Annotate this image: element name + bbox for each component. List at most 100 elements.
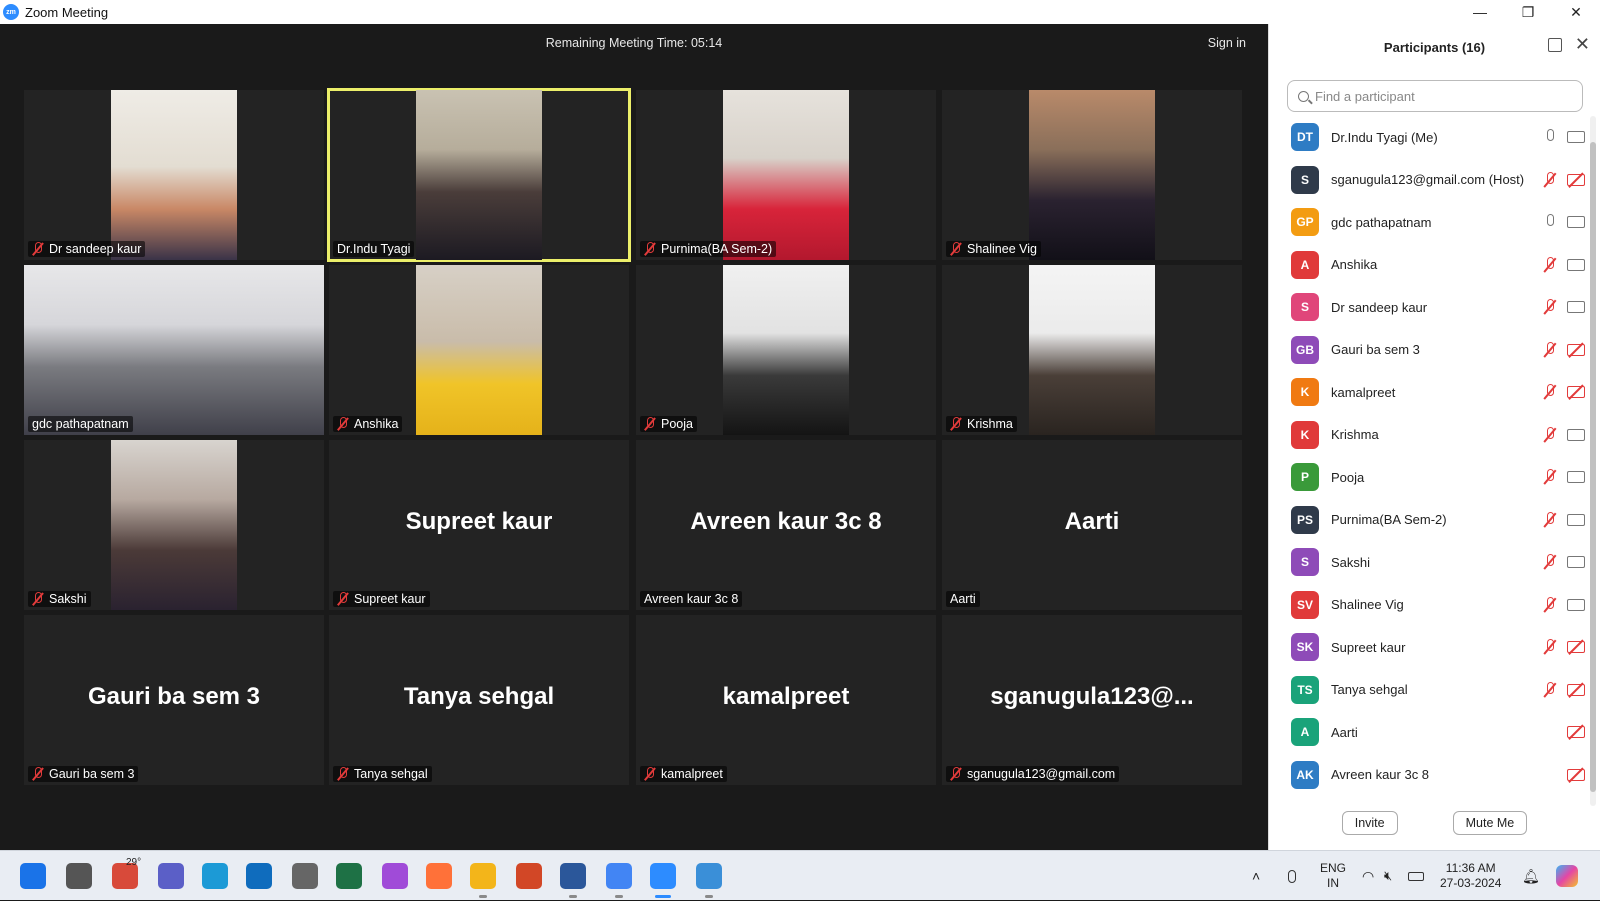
popout-icon[interactable] (1548, 38, 1562, 52)
mute-me-button[interactable]: Mute Me (1452, 811, 1528, 835)
powerpoint-icon[interactable] (516, 863, 542, 889)
mic-muted-icon (1543, 681, 1557, 698)
system-clock[interactable]: 11:36 AM 27-03-2024 (1440, 851, 1501, 901)
participant-status-icons (1543, 554, 1585, 570)
language-indicator[interactable]: ENG IN (1320, 851, 1346, 901)
excel-icon[interactable] (336, 863, 362, 889)
restore-button[interactable]: ❐ (1504, 0, 1552, 24)
invite-button[interactable]: Invite (1341, 811, 1398, 835)
tile-name-text: kamalpreet (661, 767, 723, 781)
tile-name-label: Dr sandeep kaur (28, 241, 146, 257)
video-tile[interactable]: Tanya sehgal Tanya sehgal (329, 615, 629, 785)
close-panel-icon[interactable]: ✕ (1575, 34, 1590, 55)
participant-row[interactable]: Ssganugula123@gmail.com (Host) (1269, 159, 1589, 202)
video-tile[interactable]: Pooja (636, 265, 936, 435)
avatar: AK (1291, 760, 1319, 789)
minimize-button[interactable]: — (1456, 0, 1504, 24)
file-explorer-icon[interactable] (470, 863, 496, 889)
participant-row[interactable]: TS Tanya sehgal (1269, 669, 1589, 712)
mic-muted-icon (644, 242, 656, 256)
video-tile[interactable]: Supreet kaur Supreet kaur (329, 440, 629, 610)
participant-search-input[interactable] (1315, 88, 1565, 104)
word-icon[interactable] (560, 863, 586, 889)
task-view-icon[interactable] (66, 863, 92, 889)
tile-display-name: Gauri ba sem 3 (87, 683, 261, 710)
microphone-tray-icon[interactable] (1288, 851, 1296, 901)
participant-row[interactable]: K Krishma (1269, 414, 1589, 457)
camera-icon (1567, 428, 1585, 441)
firefox-icon[interactable] (426, 863, 452, 889)
participant-search[interactable] (1287, 80, 1583, 112)
camera-icon[interactable] (292, 863, 318, 889)
participant-row[interactable]: A Aarti (1269, 711, 1589, 754)
video-tile[interactable]: Sakshi (24, 440, 324, 610)
teams-icon[interactable] (158, 863, 184, 889)
messenger-icon[interactable] (382, 863, 408, 889)
participant-scrollbar-thumb[interactable] (1590, 142, 1596, 792)
participant-status-icons (1567, 768, 1585, 781)
video-tile[interactable]: gdc pathapatnam (24, 265, 324, 435)
running-indicator (655, 895, 671, 898)
participant-row[interactable]: Kkamalpreet (1269, 371, 1589, 414)
participant-status-icons (1543, 129, 1585, 145)
participant-status-icons (1543, 171, 1585, 188)
edge-icon[interactable] (202, 863, 228, 889)
participant-row[interactable]: DT Dr.Indu Tyagi (Me) (1269, 116, 1589, 159)
video-tile[interactable]: sganugula123@... sganugula123@gmail.com (942, 615, 1242, 785)
meeting-gallery: Remaining Meeting Time: 05:14 Sign in Dr… (0, 24, 1268, 850)
participant-name: Purnima(BA Sem-2) (1331, 512, 1447, 528)
video-tile[interactable]: Aarti Aarti (942, 440, 1242, 610)
tray-overflow-icon[interactable]: ˄ (1252, 851, 1260, 901)
participant-row[interactable]: GP gdc pathapatnam (1269, 201, 1589, 244)
avatar: K (1291, 420, 1319, 449)
video-tile[interactable]: Dr.Indu Tyagi (327, 88, 631, 262)
battery-icon[interactable] (1408, 851, 1424, 901)
participant-name: Dr.Indu Tyagi (Me) (1331, 129, 1438, 145)
participant-row[interactable]: S Dr sandeep kaur (1269, 286, 1589, 329)
camera-icon (1567, 258, 1585, 271)
participant-row[interactable]: S Sakshi (1269, 541, 1589, 584)
close-button[interactable]: ✕ (1552, 0, 1600, 24)
photos-icon[interactable] (696, 863, 722, 889)
participant-row[interactable]: A Anshika (1269, 244, 1589, 287)
mic-muted-icon (337, 592, 349, 606)
camera-off-icon (1567, 173, 1585, 186)
video-tile[interactable]: kamalpreet kamalpreet (636, 615, 936, 785)
volume-muted-icon[interactable]: 🔇︎ (1384, 851, 1392, 901)
participant-row[interactable]: PS Purnima(BA Sem-2) (1269, 499, 1589, 542)
wifi-icon[interactable]: ◠ (1362, 851, 1374, 901)
mic-muted-icon (644, 417, 656, 431)
participant-row[interactable]: SK Supreet kaur (1269, 626, 1589, 669)
video-tile[interactable]: Dr sandeep kaur (24, 90, 324, 260)
sign-in-link[interactable]: Sign in (1208, 36, 1246, 50)
panel-actions: Invite Mute Me (1269, 811, 1600, 835)
participant-row[interactable]: GB Gauri ba sem 3 (1269, 329, 1589, 372)
avatar: P (1291, 463, 1319, 492)
weather-temperature: 29° (126, 857, 142, 868)
avatar: S (1291, 548, 1319, 577)
mic-muted-icon (32, 767, 44, 781)
avatar: TS (1291, 675, 1319, 704)
video-tile[interactable]: Shalinee Vig (942, 90, 1242, 260)
participant-row[interactable]: P Pooja (1269, 456, 1589, 499)
video-tile[interactable]: Gauri ba sem 3 Gauri ba sem 3 (24, 615, 324, 785)
tile-display-name: sganugula123@... (990, 683, 1194, 710)
participant-row[interactable]: SV Shalinee Vig (1269, 584, 1589, 627)
video-tile[interactable]: Avreen kaur 3c 8 Avreen kaur 3c 8 (636, 440, 936, 610)
mail-icon[interactable] (246, 863, 272, 889)
chrome-icon[interactable] (606, 863, 632, 889)
weather-icon[interactable]: 29° (112, 857, 141, 889)
participant-row[interactable]: AK Avreen kaur 3c 8 (1269, 754, 1589, 797)
start-icon[interactable] (20, 863, 46, 889)
video-tile[interactable]: Anshika (329, 265, 629, 435)
notification-bell-icon[interactable]: 🔔︎ (1522, 851, 1540, 901)
tile-name-text: Dr sandeep kaur (49, 242, 142, 256)
copilot-icon[interactable] (1556, 851, 1578, 901)
tile-name-text: sganugula123@gmail.com (967, 767, 1116, 781)
video-tile[interactable]: Purnima(BA Sem-2) (636, 90, 936, 260)
mic-muted-icon (337, 417, 349, 431)
zoom-icon[interactable] (650, 863, 676, 889)
mic-muted-icon (1543, 256, 1557, 273)
video-tile[interactable]: Krishma (942, 265, 1242, 435)
tile-display-name: Supreet kaur (405, 508, 553, 535)
